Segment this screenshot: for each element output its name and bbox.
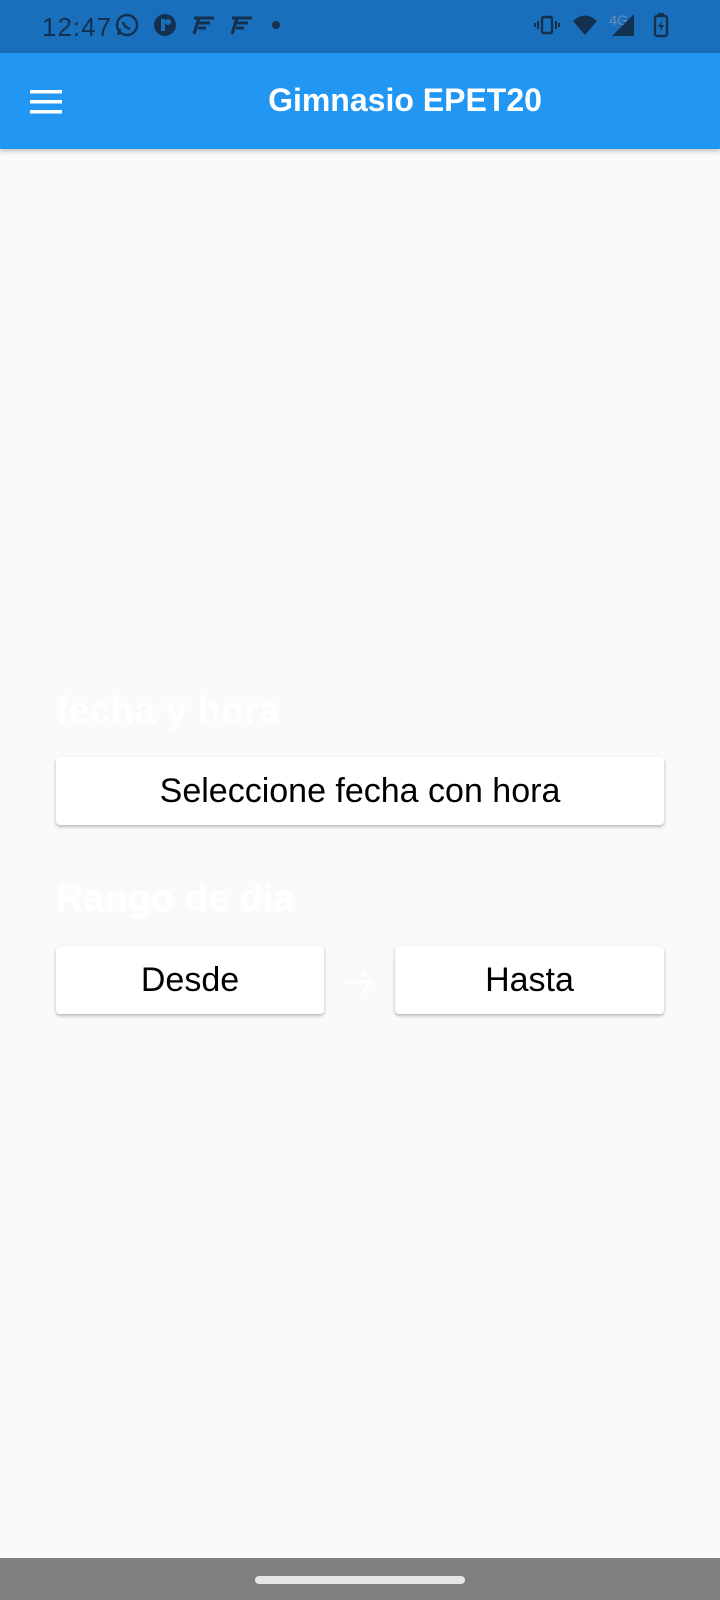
range-section-label: Rango de dia [56,878,295,920]
system-icons [534,12,674,38]
whatsapp-icon [114,12,140,38]
from-date-button[interactable]: Desde [56,946,324,1014]
arrow-right-icon [346,970,375,994]
vibrate-icon [534,12,560,38]
notification-icons [114,12,280,38]
wifi-icon [572,12,598,38]
home-gesture-handle[interactable] [255,1576,465,1584]
select-datetime-button[interactable]: Seleccione fecha con hora [56,757,664,825]
app-f-icon [190,12,216,38]
app-icon [152,12,178,38]
notification-dot-icon [272,21,280,29]
app-screen: 12:47 4G Gimnasio EPET20 fecha y hora Se… [0,0,720,1600]
status-bar: 12:47 4G [0,0,720,53]
app-f-icon [228,12,254,38]
to-date-button[interactable]: Hasta [395,946,664,1014]
datetime-section-label: fecha y hora [56,690,280,732]
cell-signal-icon [610,12,636,38]
app-bar: Gimnasio EPET20 [0,53,720,149]
battery-charging-icon [648,12,674,38]
status-time: 12:47 [42,12,113,42]
navigation-bar [0,1558,720,1600]
app-title: Gimnasio EPET20 [268,82,542,118]
